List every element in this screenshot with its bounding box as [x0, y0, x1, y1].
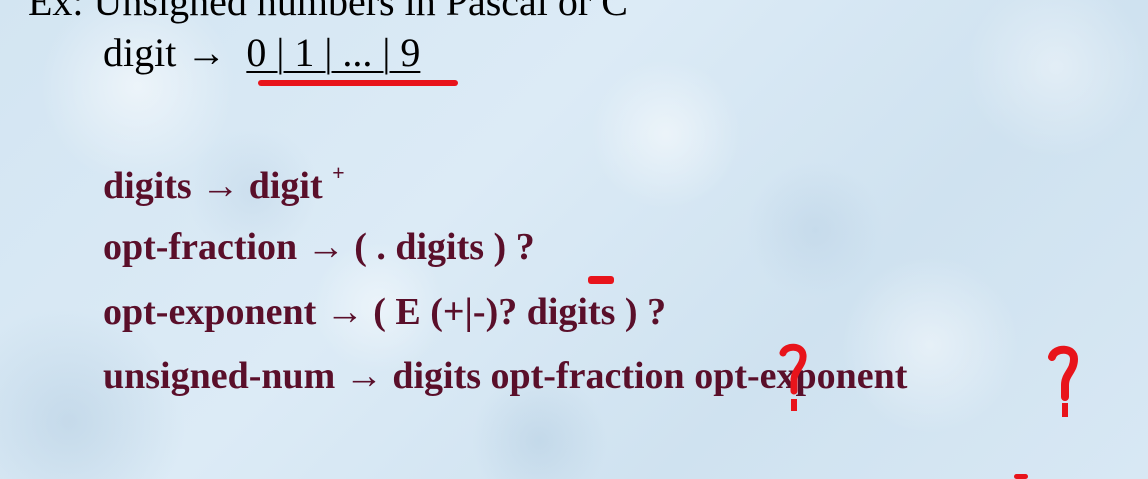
opt-fraction-rule: opt-fraction → ( . digits ) ? — [103, 225, 535, 269]
digits-rule: digits → digit + — [103, 160, 345, 208]
digits-rule-arrow: → — [201, 165, 240, 207]
digits-rule-rhs: digit — [248, 165, 323, 207]
opt-exponent-rule: opt-exponent → ( E (+|-)? digits ) ? — [103, 290, 666, 334]
opt-fraction-rule-rhs: ( . digits ) ? — [354, 226, 535, 268]
opt-fraction-rule-lhs: opt-fraction — [103, 226, 298, 268]
digit-rule-lhs: digit — [103, 30, 177, 75]
digit-rule: digit → 0 | 1 | ... | 9 — [103, 29, 420, 76]
unsigned-num-rule-rhs: digits opt-fraction opt-exponent — [392, 355, 908, 397]
unsigned-num-rule-lhs: unsigned-num — [103, 355, 336, 397]
opt-exponent-rule-lhs: opt-exponent — [103, 291, 317, 333]
slide-title: Ex: Unsigned numbers in Pascal or C — [28, 0, 628, 24]
unsigned-num-rule-arrow: → — [344, 355, 383, 397]
red-underline-mark — [258, 80, 458, 86]
red-question-mark-ink — [779, 343, 807, 411]
red-ink-dot — [1014, 474, 1028, 479]
digit-rule-rhs: 0 | 1 | ... | 9 — [246, 30, 421, 75]
red-question-mark-ink-2 — [1048, 345, 1079, 417]
opt-fraction-rule-arrow: → — [306, 226, 345, 268]
opt-exponent-rule-arrow: → — [325, 291, 364, 333]
digits-rule-plus: + — [332, 160, 345, 185]
digits-rule-lhs: digits — [103, 165, 192, 207]
red-underline-mark-small — [588, 276, 614, 284]
digit-rule-arrow: → — [186, 30, 227, 75]
opt-exponent-rule-rhs: ( E (+|-)? digits ) ? — [373, 291, 667, 333]
